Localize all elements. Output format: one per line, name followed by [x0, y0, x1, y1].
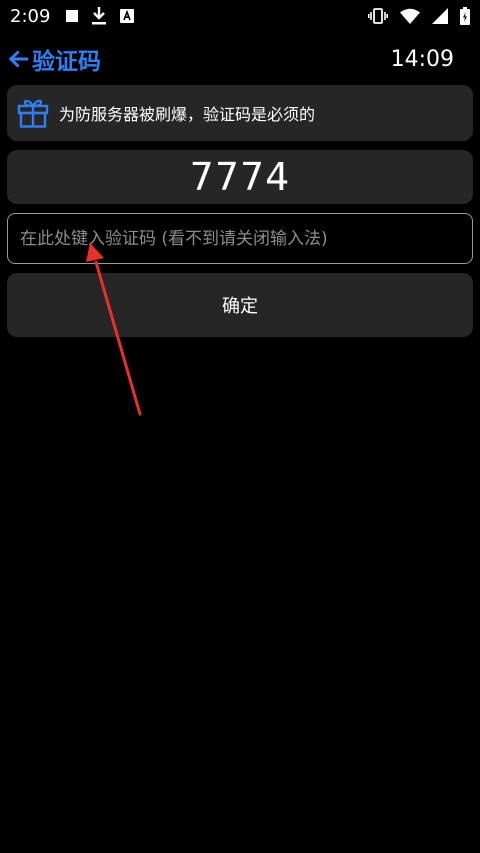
- status-time: 2:09: [10, 5, 51, 27]
- status-right-icons: [368, 7, 470, 25]
- captcha-card: 7774: [7, 150, 473, 204]
- page-title: 验证码: [32, 49, 101, 75]
- notice-card: 为防服务器被刷爆，验证码是必须的: [7, 85, 473, 141]
- signal-icon: [432, 8, 448, 24]
- arrow-left-icon: [8, 50, 28, 68]
- status-bar: 2:09: [0, 0, 480, 32]
- captcha-screen: 2:09 验证码 14:09 为防服务器被刷爆，验证码是必须的 7774 在此处…: [0, 0, 480, 853]
- wifi-icon: [400, 8, 420, 24]
- vibrate-icon: [368, 8, 388, 24]
- stop-icon: [66, 10, 79, 22]
- text-notification-icon: [120, 9, 135, 23]
- back-button[interactable]: 验证码: [8, 42, 101, 76]
- captcha-input[interactable]: [7, 213, 473, 264]
- status-left-icons: [66, 7, 135, 25]
- clock-text: 14:09: [390, 46, 454, 72]
- gift-icon: [17, 98, 49, 128]
- notice-text: 为防服务器被刷爆，验证码是必须的: [59, 105, 316, 124]
- download-icon: [92, 7, 107, 25]
- title-bar: 验证码 14:09: [0, 38, 480, 80]
- confirm-button[interactable]: 确定: [7, 273, 473, 337]
- battery-icon: [460, 7, 470, 25]
- captcha-code: 7774: [189, 155, 291, 199]
